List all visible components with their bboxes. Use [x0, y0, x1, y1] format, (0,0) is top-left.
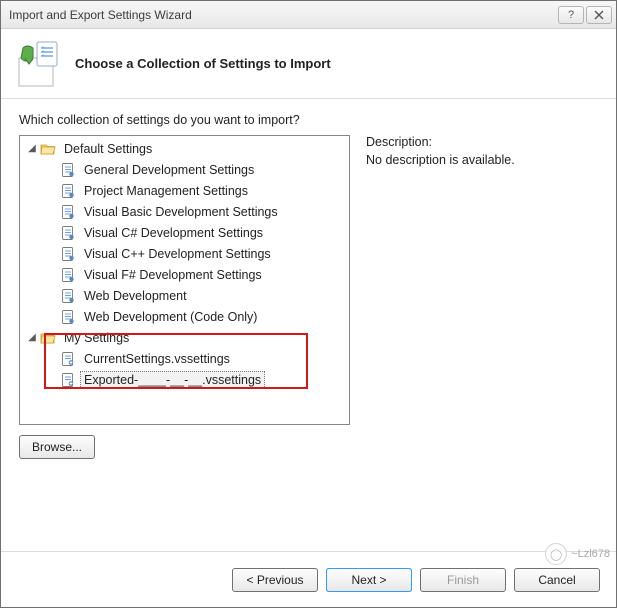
tree-item-label: Web Development (Code Only) [80, 308, 261, 326]
watermark: ◯ ~Lzl678 [545, 543, 610, 565]
tree-item[interactable]: ▸Project Management Settings [20, 180, 349, 201]
settings-file-icon [60, 372, 76, 388]
tree-item[interactable]: ▸Exported-____-__-__.vssettings [20, 369, 349, 390]
tree-item-label: General Development Settings [80, 161, 258, 179]
settings-file-icon [60, 309, 76, 325]
prompt-text: Which collection of settings do you want… [19, 113, 598, 127]
settings-file-icon [60, 183, 76, 199]
tree-item-label: Project Management Settings [80, 182, 252, 200]
titlebar: Import and Export Settings Wizard ? [1, 1, 616, 29]
finish-button[interactable]: Finish [420, 568, 506, 592]
tree-folder[interactable]: ◢ Default Settings [20, 138, 349, 159]
tree-item-label: Visual Basic Development Settings [80, 203, 282, 221]
close-button[interactable] [586, 6, 612, 24]
watermark-avatar-icon: ◯ [545, 543, 567, 565]
tree-folder[interactable]: ◢ My Settings [20, 327, 349, 348]
description-text: No description is available. [366, 153, 598, 167]
tree-item[interactable]: ▸General Development Settings [20, 159, 349, 180]
page-title: Choose a Collection of Settings to Impor… [75, 56, 331, 71]
settings-file-icon [60, 288, 76, 304]
settings-file-icon [60, 267, 76, 283]
folder-icon [40, 330, 56, 346]
cancel-button[interactable]: Cancel [514, 568, 600, 592]
tree-item-label: Visual C# Development Settings [80, 224, 267, 242]
folder-icon [40, 141, 56, 157]
tree-item[interactable]: ▸Web Development [20, 285, 349, 306]
help-button[interactable]: ? [558, 6, 584, 24]
window-title: Import and Export Settings Wizard [9, 8, 192, 22]
tree-item[interactable]: ▸CurrentSettings.vssettings [20, 348, 349, 369]
settings-file-icon [60, 162, 76, 178]
tree-item[interactable]: ▸Visual F# Development Settings [20, 264, 349, 285]
settings-tree[interactable]: ◢ Default Settings▸General Development Se… [19, 135, 350, 425]
tree-item[interactable]: ▸Visual C# Development Settings [20, 222, 349, 243]
settings-file-icon [60, 351, 76, 367]
wizard-window: Import and Export Settings Wizard ? Choo… [0, 0, 617, 608]
tree-item-label: Web Development [80, 287, 191, 305]
next-button[interactable]: Next > [326, 568, 412, 592]
browse-button[interactable]: Browse... [19, 435, 95, 459]
collapse-icon[interactable]: ◢ [26, 332, 38, 343]
wizard-footer: < Previous Next > Finish Cancel [1, 551, 616, 607]
tree-item[interactable]: ▸Visual C++ Development Settings [20, 243, 349, 264]
wizard-body: Which collection of settings do you want… [1, 99, 616, 551]
wizard-header: Choose a Collection of Settings to Impor… [1, 29, 616, 99]
tree-folder-label: My Settings [60, 329, 133, 347]
collapse-icon[interactable]: ◢ [26, 143, 38, 154]
description-panel: Description: No description is available… [366, 135, 598, 551]
description-label: Description: [366, 135, 598, 149]
import-settings-icon [13, 38, 61, 90]
tree-folder-label: Default Settings [60, 140, 156, 158]
tree-item[interactable]: ▸Web Development (Code Only) [20, 306, 349, 327]
tree-item[interactable]: ▸Visual Basic Development Settings [20, 201, 349, 222]
watermark-text: ~Lzl678 [571, 548, 610, 560]
tree-item-label: Exported-____-__-__.vssettings [80, 371, 265, 389]
settings-file-icon [60, 225, 76, 241]
tree-item-label: Visual C++ Development Settings [80, 245, 275, 263]
tree-item-label: Visual F# Development Settings [80, 266, 266, 284]
settings-file-icon [60, 246, 76, 262]
settings-file-icon [60, 204, 76, 220]
tree-item-label: CurrentSettings.vssettings [80, 350, 234, 368]
previous-button[interactable]: < Previous [232, 568, 318, 592]
